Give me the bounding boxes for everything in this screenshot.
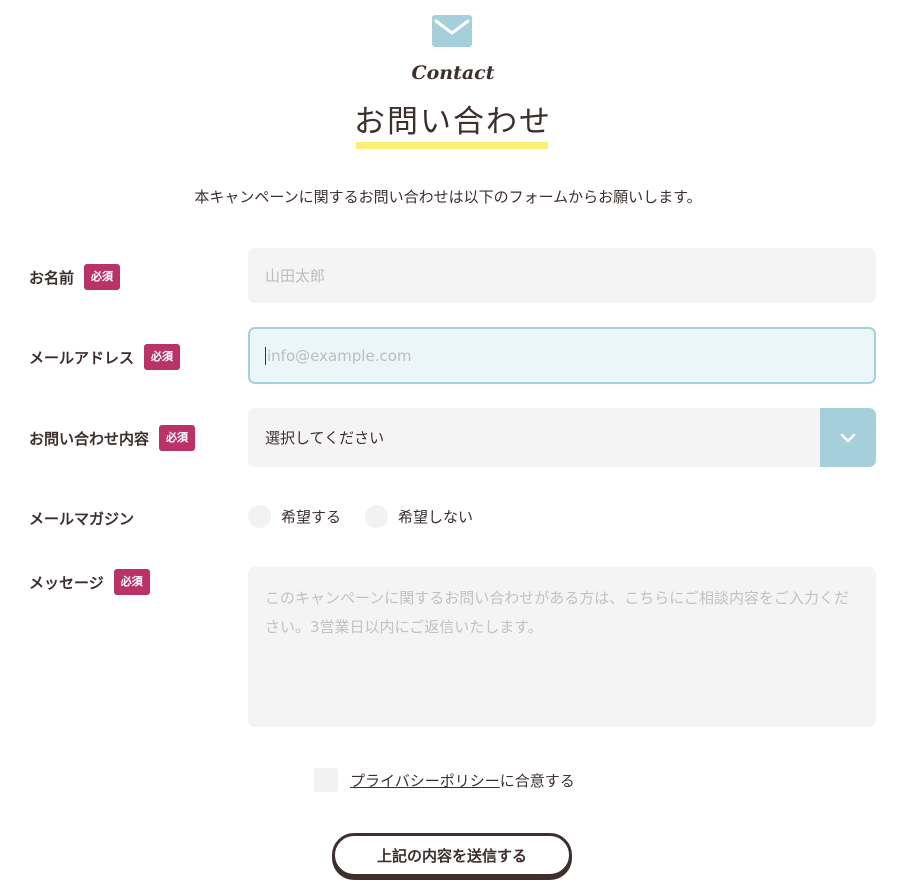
inquiry-label-text: お問い合わせ内容 xyxy=(29,429,150,448)
name-label: お名前 必須 xyxy=(29,264,121,290)
newsletter-label-text: メールマガジン xyxy=(29,510,135,528)
email-label-text: メールアドレス xyxy=(29,348,135,367)
privacy-policy-link[interactable]: プライバシーポリシー xyxy=(350,770,500,791)
newsletter-radio-group: 希望する 希望しない xyxy=(248,505,497,528)
page-title: お問い合わせ xyxy=(354,104,552,140)
name-placeholder: 山田太郎 xyxy=(265,267,326,285)
submit-button[interactable]: 上記の内容を送信する xyxy=(332,833,572,877)
select-toggle-button[interactable] xyxy=(820,408,876,467)
email-input[interactable]: info@example.com xyxy=(248,327,876,384)
text-caret xyxy=(265,346,266,365)
name-input[interactable]: 山田太郎 xyxy=(248,248,876,303)
required-badge: 必須 xyxy=(84,264,121,290)
mail-icon xyxy=(432,15,472,47)
inquiry-select[interactable]: 選択してください xyxy=(248,408,876,467)
chevron-down-icon xyxy=(840,433,856,442)
radio-option-label: 希望する xyxy=(281,508,342,526)
required-badge: 必須 xyxy=(159,425,196,451)
inquiry-selected-value: 選択してください xyxy=(265,429,385,447)
name-label-text: お名前 xyxy=(29,268,75,287)
message-textarea[interactable]: このキャンペーンに関するお問い合わせがある方は、こちらにご相談内容をご入力くださ… xyxy=(248,567,876,727)
message-label: メッセージ 必須 xyxy=(29,569,150,595)
newsletter-label: メールマガジン xyxy=(29,508,134,529)
email-label: メールアドレス 必須 xyxy=(29,344,181,370)
section-subtitle: Contact xyxy=(411,62,495,84)
message-placeholder: このキャンペーンに関するお問い合わせがある方は、こちらにご相談内容をご入力くださ… xyxy=(265,589,849,636)
privacy-suffix: に合意する xyxy=(499,771,575,790)
inquiry-label: お問い合わせ内容 必須 xyxy=(29,425,196,451)
required-badge: 必須 xyxy=(113,569,150,595)
privacy-checkbox[interactable] xyxy=(314,768,338,792)
radio-button[interactable] xyxy=(365,505,389,528)
email-placeholder: info@example.com xyxy=(267,346,412,365)
radio-button[interactable] xyxy=(248,505,271,528)
radio-option-yes[interactable]: 希望する xyxy=(248,505,341,528)
privacy-agreement: プライバシーポリシー に合意する xyxy=(314,768,575,792)
message-label-text: メッセージ xyxy=(29,573,104,592)
title-underline xyxy=(356,142,548,149)
radio-option-label: 希望しない xyxy=(398,508,474,526)
radio-option-no[interactable]: 希望しない xyxy=(365,505,473,528)
required-badge: 必須 xyxy=(144,344,181,370)
intro-text: 本キャンペーンに関するお問い合わせは以下のフォームからお願いします。 xyxy=(194,188,702,206)
